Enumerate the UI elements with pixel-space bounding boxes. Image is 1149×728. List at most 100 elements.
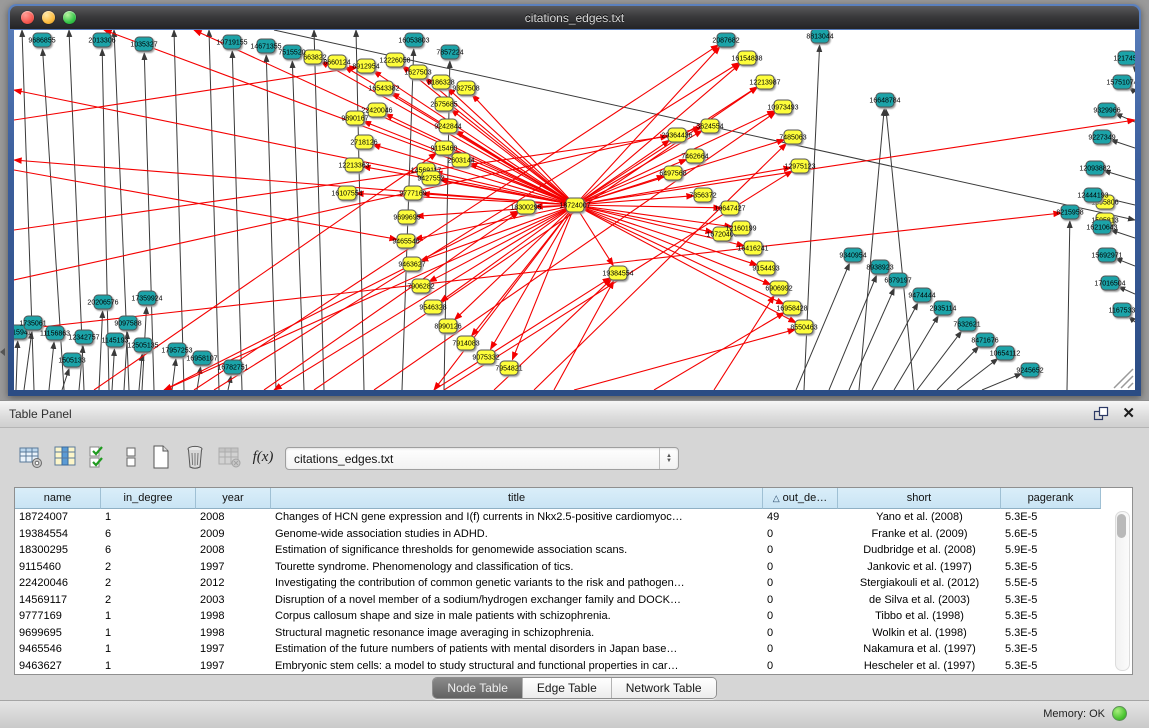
- graph-edge[interactable]: [1133, 65, 1135, 68]
- cell-in_degree[interactable]: 2: [101, 559, 196, 576]
- graph-node[interactable]: 12093882: [1079, 161, 1110, 175]
- cell-pagerank[interactable]: 5.3E-5: [1001, 658, 1101, 675]
- graph-edge[interactable]: [574, 329, 795, 390]
- graph-node[interactable]: 12213363: [338, 158, 369, 172]
- graph-node[interactable]: 1145193: [102, 333, 129, 347]
- cell-in_degree[interactable]: 1: [101, 641, 196, 658]
- graph-edge[interactable]: [174, 30, 184, 390]
- graph-edge[interactable]: [937, 346, 979, 390]
- cell-name[interactable]: 9777169: [15, 608, 101, 625]
- cell-pagerank[interactable]: 5.3E-5: [1001, 559, 1101, 576]
- cell-name[interactable]: 9463627: [15, 658, 101, 675]
- network-canvas[interactable]: 1872400718300295193845549115460145691179…: [14, 30, 1135, 390]
- graph-node[interactable]: 14671355: [250, 39, 281, 53]
- cell-year[interactable]: 1997: [196, 641, 271, 658]
- cell-short[interactable]: Wolkin et al. (1998): [838, 625, 1001, 642]
- graph-node[interactable]: 9154493: [752, 261, 779, 275]
- table-row[interactable]: 1872400712008Changes of HCN gene express…: [15, 509, 1132, 526]
- scrollbar-thumb[interactable]: [1117, 514, 1126, 538]
- cell-out_degree[interactable]: 0: [763, 542, 838, 559]
- column-header-title[interactable]: title: [271, 488, 763, 509]
- cell-out_degree[interactable]: 0: [763, 559, 838, 576]
- table-row[interactable]: 946362711997Embryonic stem cells: a mode…: [15, 658, 1132, 675]
- graph-node[interactable]: 16648784: [869, 93, 900, 107]
- cell-in_degree[interactable]: 1: [101, 625, 196, 642]
- graph-node[interactable]: 8215958: [1056, 205, 1083, 219]
- graph-node[interactable]: 15692971: [1091, 248, 1122, 262]
- graph-node[interactable]: 9327508: [452, 81, 479, 95]
- graph-node[interactable]: 9340954: [839, 248, 866, 262]
- graph-edge[interactable]: [16, 341, 18, 390]
- table-row[interactable]: 2242004622012Investigating the contribut…: [15, 575, 1132, 592]
- table-row[interactable]: 1456911722003Disruption of a novel membe…: [15, 592, 1132, 609]
- graph-node[interactable]: 20364436: [661, 128, 692, 142]
- graph-node[interactable]: 8990126: [434, 319, 461, 333]
- cell-in_degree[interactable]: 6: [101, 542, 196, 559]
- delete-column-icon[interactable]: [180, 441, 210, 473]
- show-column-icon[interactable]: [50, 441, 80, 473]
- graph-node[interactable]: 17359924: [131, 291, 162, 305]
- graph-node[interactable]: 9245652: [1016, 363, 1043, 377]
- graph-edge[interactable]: [164, 211, 518, 390]
- graph-edge[interactable]: [1067, 221, 1070, 390]
- minimize-window-icon[interactable]: [42, 11, 55, 24]
- cell-name[interactable]: 18300295: [15, 542, 101, 559]
- cell-in_degree[interactable]: 2: [101, 575, 196, 592]
- graph-node[interactable]: 7914083: [452, 336, 479, 350]
- graph-edge[interactable]: [554, 281, 614, 390]
- graph-edge[interactable]: [714, 296, 774, 390]
- cell-in_degree[interactable]: 1: [101, 608, 196, 625]
- graph-node[interactable]: 6906992: [765, 281, 792, 295]
- cell-short[interactable]: Nakamura et al. (1997): [838, 641, 1001, 658]
- graph-edge[interactable]: [1118, 287, 1135, 294]
- graph-edge[interactable]: [79, 346, 83, 390]
- table-row[interactable]: 969969511998Structural magnetic resonanc…: [15, 625, 1132, 642]
- cell-out_degree[interactable]: 0: [763, 608, 838, 625]
- cell-in_degree[interactable]: 1: [101, 509, 196, 526]
- cell-out_degree[interactable]: 0: [763, 526, 838, 543]
- row-height-icon[interactable]: [116, 441, 146, 473]
- select-columns-icon[interactable]: [84, 441, 114, 473]
- table-selector-combobox[interactable]: citations_edges.txt ▲▼: [285, 447, 679, 470]
- graph-node[interactable]: 12505135: [127, 338, 158, 352]
- graph-node[interactable]: 10719155: [216, 35, 247, 49]
- cell-out_degree[interactable]: 0: [763, 625, 838, 642]
- graph-node[interactable]: 7857224: [436, 45, 463, 59]
- graph-edge[interactable]: [872, 303, 918, 390]
- graph-node[interactable]: 9075332: [472, 350, 499, 364]
- graph-edge[interactable]: [314, 30, 324, 390]
- graph-edge[interactable]: [448, 88, 575, 205]
- cell-short[interactable]: de Silva et al. (2003): [838, 592, 1001, 609]
- cell-out_degree[interactable]: 0: [763, 575, 838, 592]
- graph-edge[interactable]: [472, 205, 575, 336]
- graph-edge[interactable]: [455, 205, 575, 320]
- graph-edge[interactable]: [14, 170, 397, 239]
- graph-node[interactable]: 7485063: [779, 130, 806, 144]
- cell-name[interactable]: 22420046: [15, 575, 101, 592]
- graph-edge[interactable]: [829, 275, 877, 390]
- cell-name[interactable]: 14569117: [15, 592, 101, 609]
- graph-edge[interactable]: [24, 332, 32, 390]
- graph-edge[interactable]: [859, 109, 884, 390]
- column-header-pagerank[interactable]: pagerank: [1001, 488, 1101, 509]
- tab-network-table[interactable]: Network Table: [612, 678, 716, 698]
- graph-node[interactable]: 9227349: [1088, 130, 1115, 144]
- table-row[interactable]: 1830029562008Estimation of significance …: [15, 542, 1132, 559]
- cell-short[interactable]: Hescheler et al. (1997): [838, 658, 1001, 675]
- column-header-in_degree[interactable]: in_degree: [101, 488, 196, 509]
- cell-pagerank[interactable]: 5.5E-5: [1001, 575, 1101, 592]
- graph-node[interactable]: 16416241: [737, 241, 768, 255]
- graph-node[interactable]: 1167533: [1109, 303, 1135, 317]
- cell-out_degree[interactable]: 0: [763, 641, 838, 658]
- cell-out_degree[interactable]: 0: [763, 658, 838, 675]
- graph-node[interactable]: 15751074: [1106, 75, 1135, 89]
- cell-year[interactable]: 2009: [196, 526, 271, 543]
- cell-short[interactable]: Tibbo et al. (1998): [838, 608, 1001, 625]
- column-header-short[interactable]: short: [838, 488, 1001, 509]
- cell-title[interactable]: Investigating the contribution of common…: [271, 575, 763, 592]
- graph-node[interactable]: 9474444: [908, 288, 935, 302]
- graph-node[interactable]: 19384554: [602, 266, 633, 280]
- graph-node[interactable]: 8813044: [806, 30, 833, 43]
- cell-title[interactable]: Tourette syndrome. Phenomenology and cla…: [271, 559, 763, 576]
- table-row[interactable]: 977716911998Corpus callosum shape and si…: [15, 608, 1132, 625]
